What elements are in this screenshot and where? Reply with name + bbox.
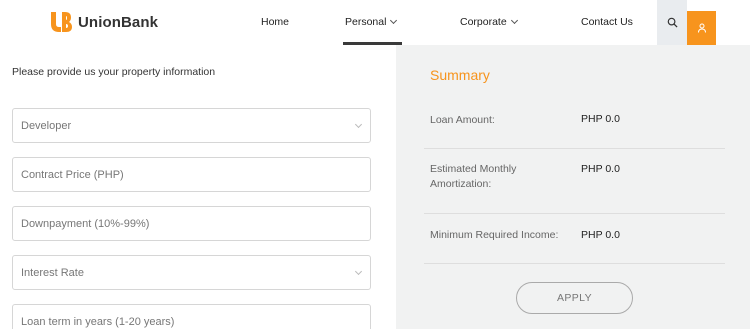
interest-rate-select[interactable]: Interest Rate (12, 255, 371, 290)
nav-contact-us[interactable]: Contact Us (581, 16, 633, 28)
brand-logo[interactable]: UnionBank (48, 9, 158, 35)
nav-corporate-label: Corporate (460, 16, 507, 28)
developer-placeholder: Developer (21, 119, 72, 132)
monthly-amortization-label: Estimated Monthly Amortization: (430, 163, 517, 190)
form-heading: Please provide us your property informat… (12, 66, 216, 78)
contract-price-input[interactable]: Contract Price (PHP) (12, 157, 371, 192)
nav-personal-label: Personal (345, 16, 387, 28)
search-button[interactable] (657, 0, 687, 45)
top-header: UnionBank Home Personal Corporate Contac… (0, 0, 750, 45)
downpayment-placeholder: Downpayment (10%-99%) (21, 217, 150, 230)
nav-home[interactable]: Home (261, 16, 289, 28)
nav-active-indicator (343, 42, 402, 45)
chevron-down-icon (354, 120, 363, 129)
nav-personal[interactable]: Personal (345, 16, 398, 28)
summary-divider (424, 213, 725, 214)
nav-contact-label: Contact Us (581, 16, 633, 28)
interest-rate-placeholder: Interest Rate (21, 266, 84, 279)
loan-amount-label: Loan Amount: (430, 114, 495, 126)
minimum-income-label: Minimum Required Income: (430, 229, 559, 241)
search-icon (667, 17, 678, 28)
monthly-amortization-value: PHP 0.0 (581, 163, 620, 175)
user-icon (697, 23, 706, 33)
chevron-down-icon (354, 267, 363, 276)
loan-term-input[interactable]: Loan term in years (1-20 years) (12, 304, 371, 329)
loan-amount-value: PHP 0.0 (581, 113, 620, 125)
nav-corporate[interactable]: Corporate (460, 16, 518, 28)
summary-title: Summary (430, 67, 490, 83)
loan-term-placeholder: Loan term in years (1-20 years) (21, 315, 175, 328)
minimum-income-value: PHP 0.0 (581, 229, 620, 241)
summary-divider (424, 148, 725, 149)
contract-price-placeholder: Contract Price (PHP) (21, 168, 124, 181)
summary-panel: Summary Loan Amount: PHP 0.0 Estimated M… (396, 45, 750, 329)
brand-name: UnionBank (78, 13, 159, 31)
developer-select[interactable]: Developer (12, 108, 371, 143)
apply-button[interactable]: APPLY (516, 282, 633, 314)
downpayment-input[interactable]: Downpayment (10%-99%) (12, 206, 371, 241)
nav-home-label: Home (261, 16, 290, 28)
unionbank-logo-icon (51, 12, 72, 32)
chevron-down-icon (390, 16, 398, 25)
chevron-down-icon (510, 16, 518, 25)
summary-divider (424, 263, 725, 264)
user-account-button[interactable] (687, 11, 716, 45)
